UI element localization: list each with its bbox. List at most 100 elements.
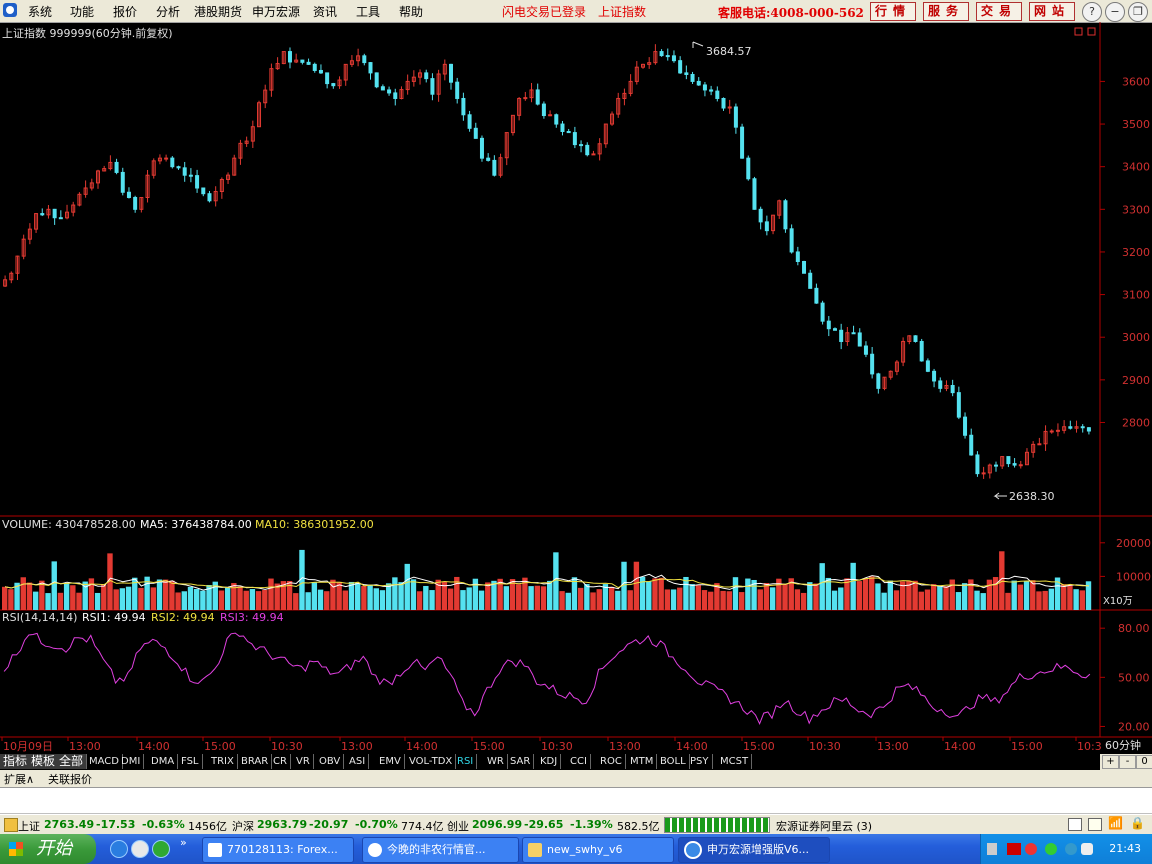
period-label[interactable]: 60分钟 [1105,738,1141,752]
indicator-tab-emv[interactable]: EMV [376,754,405,769]
menu-system[interactable]: 系统 [28,3,52,20]
candle-body [585,144,590,156]
alert-icon[interactable] [4,818,18,832]
quicklaunch-more-icon[interactable]: » [180,836,187,849]
menu-news[interactable]: 资讯 [313,3,337,20]
indicator-tab-vol-tdx[interactable]: VOL-TDX [406,754,457,769]
time-tick-label: 10月09日 [3,740,53,753]
indicator-tab-rsi[interactable]: RSI [454,754,478,769]
lock-icon[interactable]: 🔒 [1130,816,1145,830]
indicator-tab-全部[interactable]: 全部 [56,754,88,769]
candle-body [721,97,726,109]
service-button[interactable]: 服务 [923,2,969,21]
help-window-button[interactable]: ? [1082,2,1102,22]
related-quote-tab[interactable]: 关联报价 [48,771,92,787]
candle-body [195,175,200,189]
zoom-in-button[interactable]: + [1102,755,1119,769]
menu-function[interactable]: 功能 [70,3,94,20]
indicator-tab-mcst[interactable]: MCST [717,754,753,769]
chart-area[interactable]: 3600 3500 3400 3300 3200 3100 3000 2900 2800 2000… [0,22,1152,754]
menu-hk-futures[interactable]: 港股期货 [194,3,242,20]
time-tick-label: 15:00 [743,740,775,753]
tray-usb-icon[interactable] [987,843,997,855]
trade-button[interactable]: 交易 [976,2,1022,21]
candle-body [981,472,986,475]
indicator-tab-asi[interactable]: ASI [346,754,370,769]
start-button[interactable]: 开始 [0,834,96,864]
indicator-tab-fsl[interactable]: FSL [178,754,203,769]
volume-bar [763,582,770,610]
volume-bar [986,579,993,610]
flash-trade-status[interactable]: 闪电交易已登录 [502,3,586,20]
volume-bar [423,585,429,610]
sh-index-name[interactable]: 上证 [18,818,40,834]
indicator-tab-roc[interactable]: ROC [597,754,626,769]
menu-analysis[interactable]: 分析 [156,3,180,20]
task-swhy-app[interactable]: 申万宏源增强版V6... [678,837,830,863]
indicator-tab-dma[interactable]: DMA [148,754,179,769]
website-button[interactable]: 网站 [1029,2,1075,21]
task-nonfarm[interactable]: 今晚的非农行情官... [362,837,519,863]
server-name[interactable]: 宏源证券阿里云 (3) [776,818,872,834]
extension-bar: 扩展∧ 关联报价 [0,770,1152,788]
volume-bar [218,590,225,610]
zoom-out-button[interactable]: - [1119,755,1136,769]
candle-body [1080,426,1085,429]
indicator-tab-模板[interactable]: 模板 [28,754,60,769]
time-tick-label: 10:30 [809,740,841,753]
tray-speaker-icon[interactable] [1065,843,1077,855]
volume-bar [577,587,584,610]
indicator-tab-wr[interactable]: WR [484,754,508,769]
kline-chart-svg[interactable]: 3600 3500 3400 3300 3200 3100 3000 2900 2800 2000… [0,22,1152,754]
menu-help[interactable]: 帮助 [399,3,423,20]
menu-tools[interactable]: 工具 [356,3,380,20]
desktop-icon[interactable] [131,840,149,858]
cy-index-name[interactable]: 创业 [447,818,469,834]
tray-flag-icon[interactable] [1007,843,1021,855]
ie-icon[interactable] [110,840,128,858]
candle-body [170,157,175,168]
indicator-tab-cr[interactable]: CR [270,754,291,769]
signal-icon[interactable]: 📶 [1108,816,1123,830]
task-folder[interactable]: new_swhy_v6 [522,837,674,863]
indicator-tab-vr[interactable]: VR [293,754,314,769]
indicator-tab-kdj[interactable]: KDJ [537,754,562,769]
notes-icon[interactable] [1068,818,1082,831]
indicator-tab-obv[interactable]: OBV [316,754,345,769]
restore-button[interactable]: ❐ [1128,2,1148,22]
hs-index-name[interactable]: 沪深 [232,818,254,834]
task-forex[interactable]: 770128113: Forex... [202,837,354,863]
clock[interactable]: 21:43 [1109,842,1141,855]
volume-bar [547,580,553,610]
menu-swhy[interactable]: 申万宏源 [252,3,300,20]
menu-quote[interactable]: 报价 [113,3,137,20]
indicator-tab-cci[interactable]: CCI [567,754,591,769]
market-button[interactable]: 行情 [870,2,916,21]
browser-icon[interactable] [152,840,170,858]
tray-network-icon[interactable] [1045,843,1057,855]
expand-tab[interactable]: 扩展∧ [4,771,34,787]
indicator-tab-sar[interactable]: SAR [507,754,535,769]
indicator-tab-指标[interactable]: 指标 [0,754,32,769]
volume-bar [1036,591,1042,610]
volume-bar [819,563,825,610]
message-icon[interactable] [1088,818,1102,831]
indicator-tab-brar[interactable]: BRAR [238,754,273,769]
sh-index-amount: 1456亿 [188,820,227,833]
minimize-button[interactable]: − [1105,2,1125,22]
candle-body [950,385,955,394]
indicator-tab-dmi[interactable]: DMI [118,754,145,769]
volume-bar [794,589,801,610]
volume-bar [348,581,355,610]
indicator-tab-mtm[interactable]: MTM [627,754,658,769]
indicator-tab-trix[interactable]: TRIX [208,754,238,769]
volume-bar [516,584,522,610]
current-index-name[interactable]: 上证指数 [598,3,646,20]
candle-body [461,97,466,116]
volume-bar [664,589,671,610]
tray-antivirus-icon[interactable] [1025,843,1037,855]
tray-shield-icon[interactable] [1081,843,1093,855]
indicator-tab-psy[interactable]: PSY [687,754,713,769]
zoom-reset-button[interactable]: 0 [1136,755,1152,769]
indicator-tab-boll[interactable]: BOLL [657,754,690,769]
